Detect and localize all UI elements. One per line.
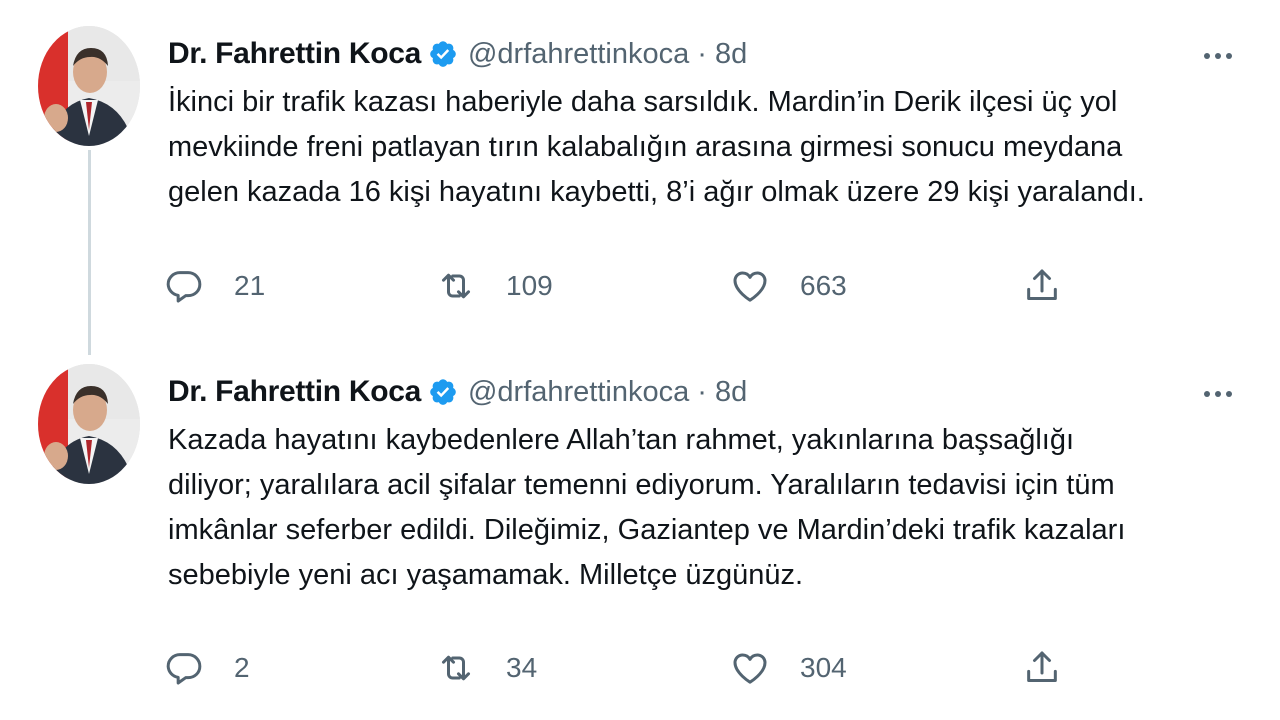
reply-count: 2 [234, 652, 250, 683]
retweet-count: 109 [506, 270, 553, 301]
share-button[interactable] [1022, 264, 1062, 308]
more-dots-icon[interactable] [1196, 376, 1240, 412]
reply-bubble-icon [164, 648, 204, 688]
heart-icon [730, 648, 770, 688]
share-upload-icon [1022, 648, 1062, 688]
timestamp[interactable]: 8d [715, 376, 747, 409]
more-dots-icon[interactable] [1196, 38, 1240, 74]
separator-dot: · [697, 375, 707, 408]
reply-count: 21 [234, 270, 266, 301]
profile-photo-icon [38, 364, 140, 484]
timestamp[interactable]: 8d [715, 38, 747, 71]
tweet-header: Dr. Fahrettin Koca @drfahrettinkoca · 8d [168, 370, 747, 414]
thread-connector-line [88, 150, 91, 355]
retweet-icon [436, 648, 476, 688]
like-button[interactable]: 304 [730, 646, 847, 690]
reply-button[interactable]: 2 [164, 646, 250, 690]
tweet-actions: 21 109 663 [164, 264, 1164, 308]
reply-bubble-icon [164, 266, 204, 306]
handle[interactable]: @drfahrettinkoca [468, 38, 689, 71]
tweet-thread: Dr. Fahrettin Koca @drfahrettinkoca · 8d… [0, 0, 1280, 720]
share-upload-icon [1022, 266, 1062, 306]
tweet-text: Kazada hayatını kaybedenlere Allah’tan r… [168, 424, 1126, 591]
display-name[interactable]: Dr. Fahrettin Koca [168, 375, 421, 409]
like-count: 663 [800, 270, 847, 301]
heart-icon [730, 266, 770, 306]
handle[interactable]: @drfahrettinkoca [468, 376, 689, 409]
avatar[interactable] [38, 364, 140, 484]
retweet-button[interactable]: 34 [436, 646, 537, 690]
verified-badge-icon [428, 39, 458, 69]
tweet-text: İkinci bir trafik kazası haberiyle daha … [168, 86, 1145, 208]
retweet-button[interactable]: 109 [436, 264, 553, 308]
separator-dot: · [697, 37, 707, 70]
avatar[interactable] [38, 26, 140, 146]
retweet-count: 34 [506, 652, 538, 683]
display-name[interactable]: Dr. Fahrettin Koca [168, 37, 421, 71]
reply-button[interactable]: 21 [164, 264, 265, 308]
like-button[interactable]: 663 [730, 264, 847, 308]
share-button[interactable] [1022, 646, 1062, 690]
verified-badge-icon [428, 377, 458, 407]
tweet-actions: 2 34 304 [164, 646, 1164, 690]
retweet-icon [436, 266, 476, 306]
tweet-header: Dr. Fahrettin Koca @drfahrettinkoca · 8d [168, 32, 747, 76]
profile-photo-icon [38, 26, 140, 146]
like-count: 304 [800, 652, 847, 683]
